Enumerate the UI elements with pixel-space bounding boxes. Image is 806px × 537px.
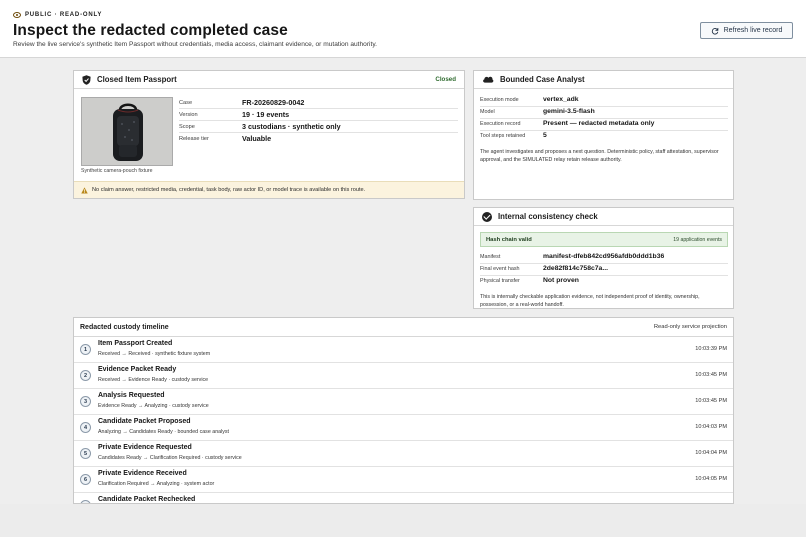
page-subtitle: Review the live service's synthetic Item… — [13, 41, 377, 48]
event-number: 4 — [80, 422, 91, 433]
consistency-title: Internal consistency check — [498, 212, 598, 221]
timeline-event: 2 Evidence Packet Ready Received → Evide… — [74, 363, 733, 389]
refresh-icon — [711, 27, 718, 34]
timeline-event: 4 Candidate Packet Proposed Analyzing → … — [74, 415, 733, 441]
field-value-model: gemini-3.5-flash — [543, 108, 595, 115]
field-label-manifest: Manifest — [480, 254, 501, 260]
event-detail: Received → Evidence Ready · custody serv… — [98, 377, 209, 383]
cloud-icon — [482, 75, 494, 85]
case-analyst-panel: Bounded Case Analyst Execution mode vert… — [473, 70, 734, 200]
field-label-final-hash: Final event hash — [480, 266, 520, 272]
consistency-description: This is internally checkable application… — [480, 294, 700, 308]
field-label-release-tier: Release tier — [179, 136, 209, 142]
field-label-model: Model — [480, 109, 495, 115]
passport-title: Closed Item Passport — [97, 75, 177, 84]
field-value-case: FR-20260829-0042 — [242, 98, 305, 107]
event-number: 1 — [80, 344, 91, 355]
field-label-version: Version — [179, 112, 198, 118]
event-time: 10:04:03 PM — [695, 424, 727, 430]
event-time: 10:04:04 PM — [695, 450, 727, 456]
restriction-notice-text: No claim answer, restricted media, crede… — [92, 187, 366, 193]
event-title: Candidate Packet Proposed — [98, 418, 191, 425]
event-number: 5 — [80, 448, 91, 459]
item-image — [81, 97, 173, 166]
event-detail: Received → Received · synthetic fixture … — [98, 351, 211, 357]
field-value-execution-mode: vertex_adk — [543, 96, 579, 103]
event-number: 2 — [80, 370, 91, 381]
timeline-event: 1 Item Passport Created Received → Recei… — [74, 337, 733, 363]
timeline-title: Redacted custody timeline — [80, 323, 169, 331]
image-caption: Synthetic camera-pouch fixture — [81, 168, 153, 174]
field-label-execution-mode: Execution mode — [480, 97, 519, 103]
event-detail: Evidence Ready → Analyzing · custody ser… — [98, 403, 209, 409]
page-footer-area — [0, 504, 806, 537]
analyst-description: The agent investigates and proposes a ne… — [480, 149, 719, 163]
event-time: 10:03:45 PM — [695, 372, 727, 378]
field-label-execution-record: Execution record — [480, 121, 521, 127]
hash-status-label: Hash chain valid — [486, 236, 532, 243]
timeline-header: Redacted custody timeline Read-only serv… — [74, 318, 733, 337]
eye-icon — [13, 12, 21, 18]
custody-timeline-panel[interactable]: Redacted custody timeline Read-only serv… — [73, 317, 734, 504]
event-time: 10:03:39 PM — [695, 346, 727, 352]
event-detail: Candidates Ready → Clarification Require… — [98, 455, 242, 461]
field-value-release-tier: Valuable — [242, 134, 272, 143]
shield-icon — [82, 74, 91, 85]
field-label-scope: Scope — [179, 124, 195, 130]
field-value-manifest: manifest-dfeb842cd956afdb0ddd1b36 — [543, 253, 665, 260]
event-detail: Analyzing → Candidates Ready · bounded c… — [98, 429, 230, 435]
lock-icon — [81, 186, 88, 194]
timeline-event: 6 Private Evidence Received Clarificatio… — [74, 467, 733, 493]
field-label-case: Case — [179, 100, 193, 106]
analyst-panel-header: Bounded Case Analyst — [474, 71, 733, 89]
event-time: 10:04:05 PM — [695, 476, 727, 482]
event-detail: Clarification Required → Analyzing · sys… — [98, 481, 215, 487]
timeline-event: 3 Analysis Requested Evidence Ready → An… — [74, 389, 733, 415]
event-title: Item Passport Created — [98, 340, 173, 347]
hash-chain-status: Hash chain valid 19 application events — [480, 232, 728, 247]
visibility-indicator: PUBLIC · READ-ONLY — [13, 12, 102, 18]
page-title: Inspect the redacted completed case — [13, 22, 288, 39]
event-title: Analysis Requested — [98, 392, 165, 399]
analyst-title: Bounded Case Analyst — [500, 75, 585, 84]
item-passport-panel: Closed Item Passport Closed Synthetic ca… — [73, 70, 465, 199]
event-number: 3 — [80, 396, 91, 407]
check-circle-icon — [482, 211, 492, 222]
field-value-version: 19 · 19 events — [242, 110, 290, 119]
event-title: Candidate Packet Rechecked — [98, 496, 196, 503]
event-time: 10:03:45 PM — [695, 398, 727, 404]
timeline-event: 7 Candidate Packet Rechecked — [74, 493, 733, 503]
consistency-panel-header: Internal consistency check — [474, 208, 733, 226]
field-label-physical-transfer: Physical transfer — [480, 278, 520, 284]
consistency-panel: Internal consistency check Hash chain va… — [473, 207, 734, 309]
refresh-button[interactable]: Refresh live record — [700, 22, 793, 39]
event-title: Private Evidence Received — [98, 470, 187, 477]
timeline-projection: Read-only service projection — [653, 324, 727, 330]
event-title: Private Evidence Requested — [98, 444, 192, 451]
field-value-scope: 3 custodians · synthetic only — [242, 122, 341, 131]
page-header: PUBLIC · READ-ONLY Inspect the redacted … — [0, 0, 806, 58]
event-count: 19 application events — [673, 236, 722, 243]
event-title: Evidence Packet Ready — [98, 366, 177, 373]
timeline-event: 5 Private Evidence Requested Candidates … — [74, 441, 733, 467]
field-value-tool-steps: 5 — [543, 132, 547, 139]
status-badge: Closed — [435, 76, 456, 83]
field-value-physical-transfer: Not proven — [543, 277, 579, 284]
field-label-tool-steps: Tool steps retained — [480, 133, 526, 139]
visibility-label: PUBLIC · READ-ONLY — [25, 12, 103, 18]
event-number: 6 — [80, 474, 91, 485]
restriction-notice: No claim answer, restricted media, crede… — [74, 181, 464, 198]
refresh-button-label: Refresh live record — [723, 27, 783, 34]
field-value-execution-record: Present — redacted metadata only — [543, 120, 655, 127]
passport-panel-header: Closed Item Passport Closed — [74, 71, 464, 89]
field-value-final-hash: 2de82f814c758c7a... — [543, 265, 609, 272]
